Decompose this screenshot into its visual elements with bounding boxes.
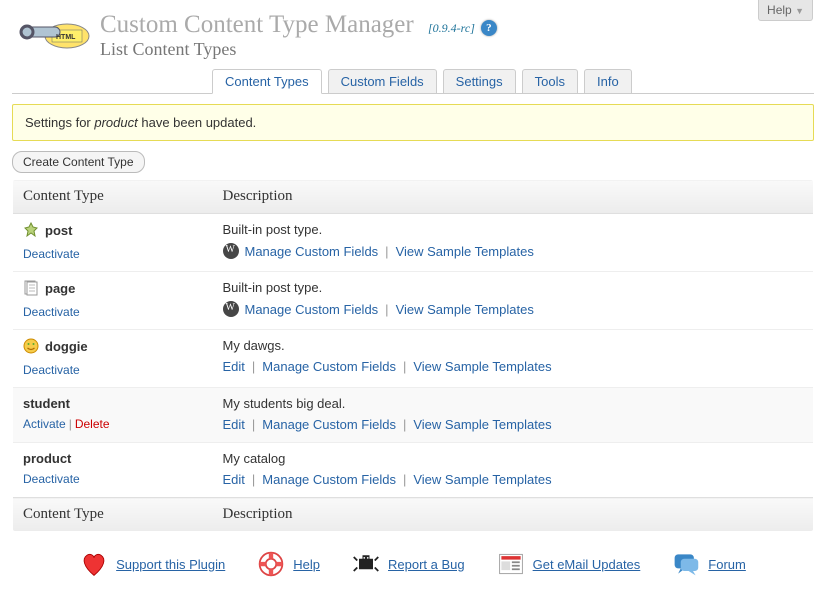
row-actions: Deactivate [23,472,203,486]
footer-link-label: Forum [708,557,746,572]
delete-link[interactable]: Delete [75,417,110,431]
view-sample-templates-link[interactable]: View Sample Templates [396,244,534,259]
view-sample-templates-link[interactable]: View Sample Templates [413,359,551,374]
manage-custom-fields-link[interactable]: Manage Custom Fields [245,302,379,317]
wordpress-icon [223,243,239,259]
description-actions: Manage Custom Fields|View Sample Templat… [223,301,804,317]
content-type-description: My students big deal. [223,396,804,411]
column-footer-desc: Description [213,498,814,532]
create-content-type-button[interactable]: Create Content Type [12,151,145,173]
heart-icon [80,550,108,578]
content-type-description: Built-in post type. [223,222,804,237]
activate-link[interactable]: Activate [23,417,66,431]
content-type-name: student [23,396,70,411]
content-type-name: doggie [23,338,88,354]
deactivate-link[interactable]: Deactivate [23,472,80,486]
lifebuoy-icon [257,550,285,578]
pin-icon [23,222,39,238]
footer-chat-link[interactable]: Forum [672,550,746,578]
svg-text:HTML: HTML [56,34,76,41]
tab-content-types[interactable]: Content Types [212,69,322,94]
row-actions: Activate|Delete [23,417,203,431]
table-row: post Deactivate Built-in post type. Manage … [13,214,814,272]
deactivate-link[interactable]: Deactivate [23,247,80,261]
page-icon [23,280,39,296]
footer-bug-link[interactable]: Report a Bug [352,550,465,578]
tab-custom-fields[interactable]: Custom Fields [328,69,437,94]
view-sample-templates-link[interactable]: View Sample Templates [396,302,534,317]
table-row: page Deactivate Built-in post type. Manage … [13,272,814,330]
tab-tools[interactable]: Tools [522,69,578,94]
footer-link-label: Get eMail Updates [533,557,641,572]
help-icon[interactable]: ? [481,20,497,36]
footer-link-label: Help [293,557,320,572]
content-type-description: My catalog [223,451,804,466]
news-icon [497,550,525,578]
main-tabs: Content TypesCustom FieldsSettingsToolsI… [12,66,814,94]
manage-custom-fields-link[interactable]: Manage Custom Fields [245,244,379,259]
content-type-name: page [23,280,75,296]
footer-lifebuoy-link[interactable]: Help [257,550,320,578]
table-row: product Deactivate My catalog Edit|Manage C… [13,443,814,498]
bug-icon [352,550,380,578]
column-header-desc: Description [213,180,814,214]
footer-links: Support this Plugin Help Report a Bug Ge… [12,532,814,590]
edit-link[interactable]: Edit [223,417,245,432]
content-type-description: My dawgs. [223,338,804,353]
footer-link-label: Support this Plugin [116,557,225,572]
chat-icon [672,550,700,578]
edit-link[interactable]: Edit [223,359,245,374]
description-actions: Edit|Manage Custom Fields|View Sample Te… [223,359,804,374]
page-header: HTML Custom Content Type Manager [0.9.4-… [12,0,814,60]
tab-settings[interactable]: Settings [443,69,516,94]
row-actions: Deactivate [23,305,203,319]
row-actions: Deactivate [23,363,203,377]
notice-suffix: have been updated. [138,115,257,130]
footer-link-label: Report a Bug [388,557,465,572]
content-type-description: Built-in post type. [223,280,804,295]
update-notice: Settings for product have been updated. [12,104,814,141]
content-type-name: post [23,222,72,238]
deactivate-link[interactable]: Deactivate [23,305,80,319]
table-row: student Activate|Delete My students big de… [13,388,814,443]
column-header-name: Content Type [13,180,213,214]
plugin-logo: HTML [12,12,90,60]
row-actions: Deactivate [23,247,203,261]
smiley-icon [23,338,39,354]
page-subtitle: List Content Types [100,39,814,60]
help-screen-tab-label: Help [767,3,792,17]
description-actions: Manage Custom Fields|View Sample Templat… [223,243,804,259]
deactivate-link[interactable]: Deactivate [23,363,80,377]
manage-custom-fields-link[interactable]: Manage Custom Fields [262,359,396,374]
description-actions: Edit|Manage Custom Fields|View Sample Te… [223,472,804,487]
version-label: [0.9.4-rc] [428,22,475,34]
manage-custom-fields-link[interactable]: Manage Custom Fields [262,472,396,487]
wordpress-icon [223,301,239,317]
view-sample-templates-link[interactable]: View Sample Templates [413,472,551,487]
footer-heart-link[interactable]: Support this Plugin [80,550,225,578]
view-sample-templates-link[interactable]: View Sample Templates [413,417,551,432]
content-types-table: Content Type Description post Deactivate B… [12,179,814,532]
help-screen-tab[interactable]: Help [758,0,813,21]
description-actions: Edit|Manage Custom Fields|View Sample Te… [223,417,804,432]
notice-prefix: Settings for [25,115,94,130]
tab-info[interactable]: Info [584,69,632,94]
app-title-text: Custom Content Type Manager [100,11,414,38]
manage-custom-fields-link[interactable]: Manage Custom Fields [262,417,396,432]
notice-em: product [94,115,137,130]
column-footer-name: Content Type [13,498,213,532]
app-title: Custom Content Type Manager [0.9.4-rc] ? [100,12,814,37]
edit-link[interactable]: Edit [223,472,245,487]
table-row: doggie Deactivate My dawgs. Edit|Manage Cus… [13,330,814,388]
content-type-name: product [23,451,71,466]
footer-news-link[interactable]: Get eMail Updates [497,550,641,578]
